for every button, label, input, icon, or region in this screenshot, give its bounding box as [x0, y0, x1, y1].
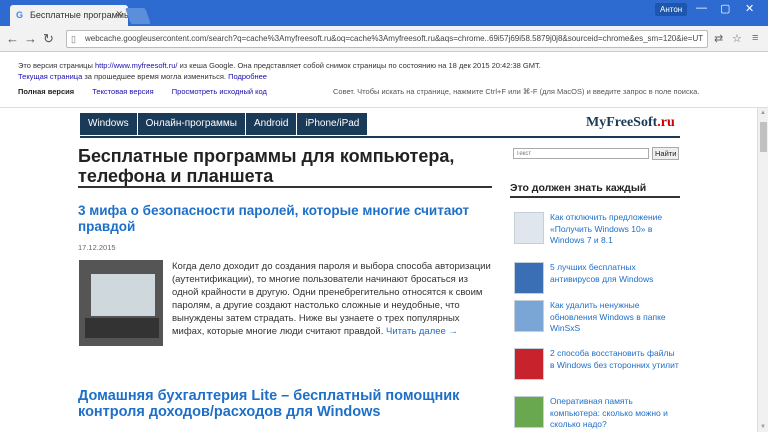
- cached-url-link[interactable]: http://www.myfreesoft.ru/: [95, 61, 178, 70]
- vertical-scrollbar[interactable]: ▲ ▼: [757, 108, 768, 432]
- scroll-down-icon[interactable]: ▼: [760, 424, 766, 430]
- sidebar-item-thumbnail: [514, 396, 544, 428]
- article-1-date: 17.12.2015: [78, 243, 116, 252]
- sidebar-item[interactable]: 2 способа восстановить файлы в Windows б…: [514, 348, 684, 388]
- back-icon[interactable]: ←: [6, 31, 19, 46]
- tab-title: Бесплатные программы ...: [30, 10, 128, 20]
- site-search-button[interactable]: Найти: [652, 147, 679, 160]
- user-profile-button[interactable]: Антон: [655, 3, 688, 16]
- heading-divider: [78, 186, 492, 188]
- sidebar-divider: [510, 196, 680, 198]
- sidebar-item-label[interactable]: Как отключить предложение «Получить Wind…: [550, 212, 680, 247]
- sidebar-title: Это должен знать каждый: [510, 182, 647, 194]
- menu-item-android[interactable]: Android: [245, 113, 297, 135]
- web-page: Windows Онлайн-программы Android iPhone/…: [0, 108, 768, 432]
- cache-info-line: Это версия страницы http://www.myfreesof…: [18, 61, 541, 70]
- close-window-icon[interactable]: ✕: [745, 2, 754, 15]
- window-titlebar: G Бесплатные программы ... ✕ Антон — ▢ ✕: [0, 0, 768, 26]
- sidebar-item[interactable]: Оперативная память компьютера: сколько м…: [514, 396, 684, 432]
- sidebar-item-label[interactable]: 5 лучших бесплатных антивирусов для Wind…: [550, 262, 680, 285]
- minimize-icon[interactable]: —: [696, 2, 707, 14]
- new-tab-button[interactable]: [125, 8, 151, 24]
- google-icon: G: [16, 10, 24, 20]
- search-tip: Совет. Чтобы искать на странице, нажмите…: [333, 87, 700, 96]
- cache-header: Это версия страницы http://www.myfreesof…: [0, 52, 768, 108]
- full-version-label: Полная версия: [18, 87, 75, 96]
- close-tab-icon[interactable]: ✕: [115, 9, 123, 20]
- sidebar-item[interactable]: Как отключить предложение «Получить Wind…: [514, 212, 684, 252]
- menu-icon[interactable]: ≡: [752, 32, 758, 44]
- text-version-link[interactable]: Текстовая версия: [92, 87, 153, 96]
- current-page-link[interactable]: Текущая страница: [18, 72, 82, 81]
- read-more-link[interactable]: Читать далее →: [386, 326, 458, 337]
- article-1-thumbnail[interactable]: [79, 260, 163, 346]
- sidebar-item-thumbnail: [514, 300, 544, 332]
- browser-tab[interactable]: G Бесплатные программы ... ✕: [10, 5, 128, 26]
- page-icon: ▯: [71, 34, 76, 44]
- address-text: webcache.googleusercontent.com/search?q=…: [85, 34, 704, 43]
- sidebar-item-thumbnail: [514, 262, 544, 294]
- address-bar[interactable]: ▯ webcache.googleusercontent.com/search?…: [66, 30, 708, 48]
- sidebar-item-label[interactable]: Как удалить ненужные обновления Windows …: [550, 300, 680, 335]
- view-source-link[interactable]: Просмотреть исходный код: [172, 87, 267, 96]
- scroll-thumb[interactable]: [760, 122, 767, 152]
- article-1-excerpt: Когда дело доходит до создания пароля и …: [172, 261, 491, 337]
- forward-icon[interactable]: →: [24, 31, 37, 46]
- sidebar-item-label[interactable]: Оперативная память компьютера: сколько м…: [550, 396, 680, 431]
- translate-icon[interactable]: ⇄: [714, 32, 723, 45]
- browser-toolbar: ← → ↻ ▯ webcache.googleusercontent.com/s…: [0, 26, 768, 52]
- reload-icon[interactable]: ↻: [43, 31, 54, 47]
- sidebar-item[interactable]: Как удалить ненужные обновления Windows …: [514, 300, 684, 340]
- article-2-title[interactable]: Домашняя бухгалтерия Lite – бесплатный п…: [78, 388, 498, 420]
- cache-version-links: Полная версия Текстовая версия Просмотре…: [18, 87, 267, 96]
- cache-note-line: Текущая страница за прошедшее время могл…: [18, 72, 267, 81]
- maximize-icon[interactable]: ▢: [720, 2, 730, 15]
- menu-item-windows[interactable]: Windows: [80, 113, 137, 135]
- sidebar-item[interactable]: 5 лучших бесплатных антивирусов для Wind…: [514, 262, 684, 302]
- site-menu: Windows Онлайн-программы Android iPhone/…: [80, 113, 368, 135]
- more-info-link[interactable]: Подробнее: [228, 72, 267, 81]
- site-logo[interactable]: MyFreeSoft.ru: [586, 115, 675, 131]
- sidebar-item-thumbnail: [514, 348, 544, 380]
- sidebar-item-label[interactable]: 2 способа восстановить файлы в Windows б…: [550, 348, 680, 371]
- article-1-title[interactable]: 3 мифа о безопасности паролей, которые м…: [78, 203, 488, 235]
- site-search-input[interactable]: [513, 148, 649, 159]
- sidebar-item-thumbnail: [514, 212, 544, 244]
- menu-item-iphone[interactable]: iPhone/iPad: [297, 113, 368, 135]
- menu-item-online[interactable]: Онлайн-программы: [137, 113, 245, 135]
- menu-divider: [80, 136, 680, 138]
- scroll-up-icon[interactable]: ▲: [760, 110, 766, 116]
- bookmark-star-icon[interactable]: ☆: [732, 32, 742, 45]
- page-heading: Бесплатные программы для компьютера, тел…: [78, 146, 455, 186]
